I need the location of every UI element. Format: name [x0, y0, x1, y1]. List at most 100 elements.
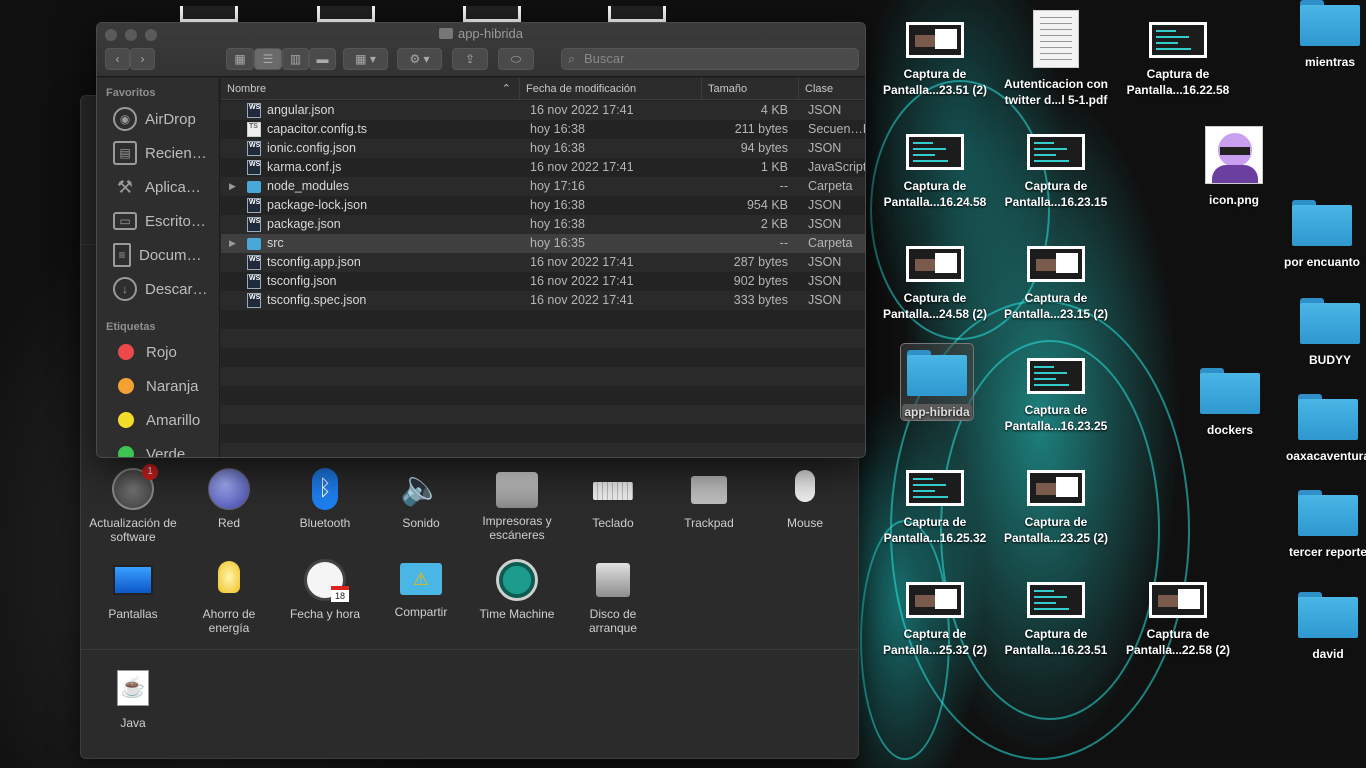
file-kind: Carpeta: [808, 236, 853, 250]
table-row[interactable]: WS karma.conf.js 16 nov 2022 17:41 1 KB Java…: [221, 158, 865, 177]
finder-window[interactable]: app-hibrida ‹ › ▦ ☰ ▥ ▬ ▦ ▾ ⚙ ▾ ⇪ ⬭ ⌕ Bus…: [96, 22, 866, 458]
pref-sound[interactable]: 🔈 Sonido: [373, 468, 469, 530]
sidebar-item-desktop[interactable]: ▭ Escrito…: [113, 207, 206, 235]
sidebar-item-applications[interactable]: ⚒ Aplica…: [113, 173, 201, 201]
disclosure-triangle-icon[interactable]: ▶: [229, 234, 236, 253]
pref-software-update[interactable]: 1 Actualización de software: [85, 464, 181, 544]
pref-energy-saver[interactable]: Ahorro de energía: [181, 559, 277, 635]
column-view-button[interactable]: ▥: [282, 48, 309, 70]
pref-sharing[interactable]: ⚠ Compartir: [373, 559, 469, 619]
desktop-icon-item[interactable]: Captura de Pantalla...16.23.15: [996, 134, 1116, 210]
column-header-label: Clase: [805, 83, 834, 95]
group-button[interactable]: ▦ ▾: [343, 48, 388, 70]
table-row[interactable]: WS tsconfig.spec.json 16 nov 2022 17:41 333…: [221, 291, 865, 310]
pref-date-time[interactable]: 18 Fecha y hora: [277, 559, 373, 621]
action-button[interactable]: ⚙ ▾: [397, 48, 442, 70]
share-button[interactable]: ⇪: [452, 48, 488, 70]
desktop-peek-icon[interactable]: [463, 6, 521, 22]
sidebar-item-recents[interactable]: ▤ Recien…: [113, 139, 207, 167]
column-header-date[interactable]: Fecha de modificación: [520, 78, 702, 100]
grid-icon: ▦: [234, 52, 246, 66]
sidebar-tag-red[interactable]: Rojo: [113, 338, 177, 366]
desktop-icon-item[interactable]: Captura de Pantalla...16.24.58: [875, 134, 995, 210]
table-row[interactable]: ▶ src hoy 16:35 -- Carpeta: [221, 234, 865, 253]
disclosure-triangle-icon[interactable]: ▶: [229, 177, 236, 196]
forward-button[interactable]: ›: [130, 48, 155, 70]
gallery-view-button[interactable]: ▬: [309, 48, 336, 70]
column-header-name[interactable]: Nombre ⌃: [221, 78, 520, 100]
desktop-peek-icon[interactable]: [317, 6, 375, 22]
pref-mouse[interactable]: Mouse: [757, 468, 853, 530]
desktop-icon-item[interactable]: Captura de Pantalla...23.15 (2): [996, 246, 1116, 322]
icon-view-button[interactable]: ▦: [226, 48, 254, 70]
desktop-icon-item[interactable]: Captura de Pantalla...16.23.25: [996, 358, 1116, 434]
desktop-icon-item[interactable]: Captura de Pantalla...24.58 (2): [875, 246, 995, 322]
recents-icon: ▤: [113, 141, 137, 165]
desktop-peek-icon[interactable]: [608, 6, 666, 22]
sidebar-item-label: Rojo: [146, 343, 177, 361]
desktop-icon-item[interactable]: Captura de Pantalla...22.58 (2): [1118, 582, 1238, 658]
desktop-icon-item[interactable]: tercer reporte: [1268, 490, 1366, 560]
pref-startup-disk[interactable]: Disco de arranque: [565, 559, 661, 635]
table-row[interactable]: TS capacitor.config.ts hoy 16:38 211 bytes S…: [221, 120, 865, 139]
desktop-icon-item[interactable]: Captura de Pantalla...25.32 (2): [875, 582, 995, 658]
table-row[interactable]: ▶ node_modules hoy 17:16 -- Carpeta: [221, 177, 865, 196]
pref-displays[interactable]: Pantallas: [85, 559, 181, 621]
desktop-icon-item[interactable]: app-hibrida: [900, 343, 974, 421]
pref-trackpad[interactable]: Trackpad: [661, 468, 757, 530]
file-date: hoy 16:38: [530, 217, 585, 231]
empty-row: [221, 405, 865, 424]
table-row[interactable]: WS package.json hoy 16:38 2 KB JSON: [221, 215, 865, 234]
folder-icon: [1300, 298, 1360, 344]
sidebar-tag-orange[interactable]: Naranja: [113, 372, 199, 400]
desktop-icon-item[interactable]: Captura de Pantalla...23.51 (2): [875, 22, 995, 98]
desktop-icon-item[interactable]: BUDYY: [1270, 298, 1366, 368]
webstorm-file-icon: WS: [247, 255, 261, 270]
pref-java[interactable]: ☕ Java: [85, 670, 181, 730]
pref-keyboard[interactable]: Teclado: [565, 468, 661, 530]
table-row[interactable]: WS ionic.config.json hoy 16:38 94 bytes JSON: [221, 139, 865, 158]
sidebar-item-documents[interactable]: ≡ Docum…: [113, 241, 202, 269]
table-row[interactable]: WS tsconfig.app.json 16 nov 2022 17:41 287 …: [221, 253, 865, 272]
desktop-icon-item[interactable]: david: [1268, 592, 1366, 662]
pref-bluetooth[interactable]: ᛒ Bluetooth: [277, 468, 373, 530]
share-icon: ⇪: [464, 52, 476, 66]
desktop-icon-item[interactable]: Captura de Pantalla...16.23.51: [996, 582, 1116, 658]
desktop-icon-item[interactable]: oaxacaventura: [1268, 394, 1366, 464]
desktop-icon-label: twitter d...l 5-1.pdf: [1004, 93, 1108, 107]
sidebar-item-downloads[interactable]: ↓ Descar…: [113, 275, 208, 303]
pref-time-machine[interactable]: Time Machine: [469, 559, 565, 621]
desktop-icon-item[interactable]: Autenticacion con twitter d...l 5-1.pdf: [996, 10, 1116, 108]
desktop-icon-item[interactable]: Captura de Pantalla...16.22.58: [1118, 22, 1238, 98]
table-row[interactable]: WS angular.json 16 nov 2022 17:41 4 KB JSON: [221, 101, 865, 120]
screenshot-thumbnail-icon: [1149, 22, 1207, 58]
pref-label: Actualización de software: [89, 516, 177, 544]
applications-icon: ⚒: [116, 176, 134, 197]
sidebar-tag-yellow[interactable]: Amarillo: [113, 406, 200, 434]
folder-icon: [1292, 200, 1352, 246]
folder-icon: [247, 238, 261, 250]
back-button[interactable]: ‹: [105, 48, 130, 70]
list-icon: ☰: [262, 52, 274, 66]
desktop-peek-icon[interactable]: [180, 6, 238, 22]
column-header-kind[interactable]: Clase: [799, 78, 865, 100]
pref-label: Ahorro de energía: [202, 607, 256, 635]
desktop-icon-item[interactable]: por encuanto: [1262, 200, 1366, 270]
column-header-size[interactable]: Tamaño: [702, 78, 799, 100]
sidebar-tag-green[interactable]: Verde: [113, 440, 185, 457]
pref-printers[interactable]: Impresoras y escáneres: [469, 468, 565, 542]
sidebar-item-airdrop[interactable]: ◉ AirDrop: [113, 105, 196, 133]
search-input[interactable]: ⌕ Buscar: [561, 48, 859, 70]
desktop-icon-item[interactable]: Captura de Pantalla...16.25.32: [875, 470, 995, 546]
desktop-icon-item[interactable]: Captura de Pantalla...23.25 (2): [996, 470, 1116, 546]
tags-button[interactable]: ⬭: [498, 48, 534, 70]
table-row[interactable]: WS tsconfig.json 16 nov 2022 17:41 902 byte…: [221, 272, 865, 291]
keyboard-icon: [593, 482, 633, 500]
screenshot-thumbnail-icon: [906, 22, 964, 58]
list-view-button[interactable]: ☰: [254, 48, 282, 70]
pref-network[interactable]: Red: [181, 468, 277, 530]
desktop-icon-item[interactable]: icon.png: [1174, 126, 1294, 208]
finder-titlebar[interactable]: app-hibrida ‹ › ▦ ☰ ▥ ▬ ▦ ▾ ⚙ ▾ ⇪ ⬭ ⌕ Bus…: [97, 23, 865, 77]
table-row[interactable]: WS package-lock.json hoy 16:38 954 KB JSON: [221, 196, 865, 215]
desktop-icon-item[interactable]: mientras: [1270, 0, 1366, 70]
